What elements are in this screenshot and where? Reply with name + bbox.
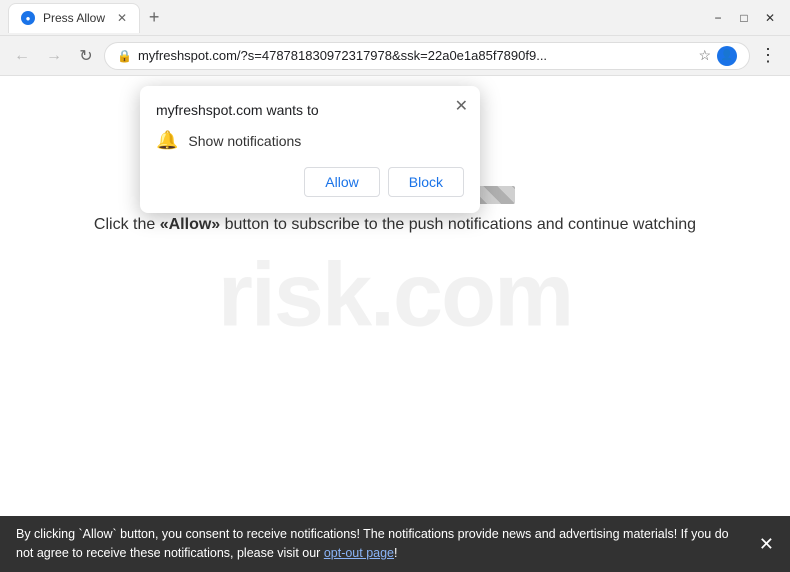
- popup-close-button[interactable]: ✕: [455, 96, 468, 116]
- back-button[interactable]: ←: [8, 42, 36, 70]
- tab-close-button[interactable]: ✕: [117, 11, 127, 25]
- popup-permission-row: 🔔 Show notifications: [156, 130, 464, 151]
- profile-button[interactable]: 👤: [717, 46, 737, 66]
- tab-favicon: ●: [21, 11, 35, 25]
- address-bar: ← → ↻ 🔒 myfreshspot.com/?s=4787818309723…: [0, 36, 790, 76]
- popup-title: myfreshspot.com wants to: [156, 102, 464, 118]
- close-window-button[interactable]: ✕: [758, 6, 782, 30]
- allow-button[interactable]: Allow: [304, 167, 379, 197]
- url-text: myfreshspot.com/?s=478781830972317978&ss…: [138, 48, 692, 63]
- new-tab-button[interactable]: +: [140, 4, 168, 32]
- title-bar: ● Press Allow ✕ + − □ ✕: [0, 0, 790, 36]
- block-button[interactable]: Block: [388, 167, 464, 197]
- bottom-notification-bar: By clicking `Allow` button, you consent …: [0, 516, 790, 572]
- maximize-button[interactable]: □: [732, 6, 756, 30]
- tab-title: Press Allow: [43, 11, 105, 25]
- bottom-bar-text: By clicking `Allow` button, you consent …: [16, 525, 747, 563]
- chrome-menu-button[interactable]: ⋮: [754, 42, 782, 70]
- bottom-bar-close-button[interactable]: ✕: [759, 534, 774, 555]
- tab-area: ● Press Allow ✕ +: [8, 0, 706, 35]
- bell-icon: 🔔: [156, 130, 178, 151]
- reload-button[interactable]: ↻: [72, 42, 100, 70]
- popup-permission-label: Show notifications: [188, 133, 301, 149]
- active-tab[interactable]: ● Press Allow ✕: [8, 3, 140, 33]
- forward-button[interactable]: →: [40, 42, 68, 70]
- main-instruction-text: Click the «Allow» button to subscribe to…: [0, 216, 790, 234]
- url-bar[interactable]: 🔒 myfreshspot.com/?s=478781830972317978&…: [104, 42, 750, 70]
- minimize-button[interactable]: −: [706, 6, 730, 30]
- watermark: risk.com: [218, 245, 572, 348]
- page-content: risk.com Click the «Allow» button to sub…: [0, 76, 790, 516]
- main-text-content: Click the «Allow» button to subscribe to…: [94, 216, 696, 233]
- lock-icon: 🔒: [117, 49, 132, 63]
- bottom-message-suffix: !: [394, 546, 397, 560]
- window-controls: − □ ✕: [706, 6, 782, 30]
- bookmark-star-icon[interactable]: ☆: [698, 47, 711, 64]
- notification-permission-popup: ✕ myfreshspot.com wants to 🔔 Show notifi…: [140, 86, 480, 213]
- popup-button-group: Allow Block: [156, 167, 464, 197]
- opt-out-link[interactable]: opt-out page: [324, 546, 394, 560]
